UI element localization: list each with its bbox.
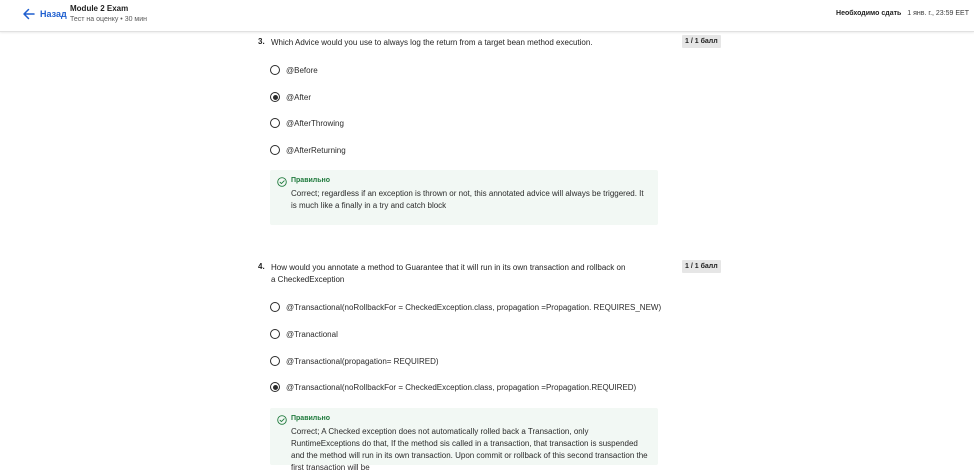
check-circle-icon xyxy=(277,415,287,425)
answer-option[interactable]: @Transactional(noRollbackFor = CheckedEx… xyxy=(270,302,661,312)
question-3: 3. Which Advice would you use to always … xyxy=(258,35,721,229)
option-label: @AfterReturning xyxy=(286,145,346,155)
top-bar: Назад Module 2 Exam Тест на оценку • 30 … xyxy=(0,0,974,32)
option-label: @Tranactional xyxy=(286,329,338,339)
feedback-box: Правильно Correct; regardless if an exce… xyxy=(270,170,658,225)
radio-button[interactable] xyxy=(270,356,280,366)
radio-button[interactable] xyxy=(270,302,280,312)
exam-title-block: Module 2 Exam Тест на оценку • 30 мин xyxy=(70,4,147,25)
due-info: Необходимо сдать 1 янв. г., 23:59 EET xyxy=(836,10,969,17)
score-badge: 1 / 1 балл xyxy=(682,260,721,273)
answer-option[interactable]: @After xyxy=(270,92,311,102)
due-label: Необходимо сдать xyxy=(836,10,902,17)
feedback-box: Правильно Correct; A Checked exception d… xyxy=(270,408,658,472)
option-label: @Transactional(propagation= REQUIRED) xyxy=(286,356,439,366)
feedback-text: Correct; A Checked exception does not au… xyxy=(291,427,648,472)
answer-option[interactable]: @Transactional(noRollbackFor = CheckedEx… xyxy=(270,382,636,392)
answer-option[interactable]: @Tranactional xyxy=(270,329,338,339)
radio-button[interactable] xyxy=(270,118,280,128)
back-button[interactable]: Назад xyxy=(22,7,67,21)
option-label: @After xyxy=(286,92,312,102)
answer-option[interactable]: @AfterReturning xyxy=(270,145,346,155)
exam-subtitle: Тест на оценку • 30 мин xyxy=(70,16,148,23)
answer-option[interactable]: @Before xyxy=(270,65,318,75)
radio-button[interactable] xyxy=(270,329,280,339)
radio-dot xyxy=(272,94,278,100)
radio-button[interactable] xyxy=(270,65,280,75)
exam-title: Module 2 Exam xyxy=(70,4,129,13)
arrow-left-icon xyxy=(23,8,35,20)
feedback-title: Правильно xyxy=(291,415,331,422)
feedback-title: Правильно xyxy=(291,177,331,184)
option-label: @Transactional(noRollbackFor = CheckedEx… xyxy=(286,302,662,312)
radio-dot xyxy=(272,384,278,390)
radio-button-selected[interactable] xyxy=(270,92,280,102)
question-text: How would you annotate a method to Guara… xyxy=(271,263,626,284)
answer-option[interactable]: @AfterThrowing xyxy=(270,118,344,128)
due-date: 1 янв. г., 23:59 EET xyxy=(907,10,969,17)
radio-button[interactable] xyxy=(270,145,280,155)
option-label: @Transactional(noRollbackFor = CheckedEx… xyxy=(286,382,637,392)
back-label: Назад xyxy=(40,9,67,19)
option-label: @Before xyxy=(286,65,318,75)
radio-button-selected[interactable] xyxy=(270,382,280,392)
question-text: Which Advice would you use to always log… xyxy=(271,38,593,47)
option-label: @AfterThrowing xyxy=(286,118,344,128)
question-4: 4. How would you annotate a method to Gu… xyxy=(258,260,721,472)
score-badge: 1 / 1 балл xyxy=(682,35,721,48)
feedback-text: Correct; regardless if an exception is t… xyxy=(291,189,644,210)
check-circle-icon xyxy=(277,177,287,187)
question-number: 4. xyxy=(258,262,265,271)
question-number: 3. xyxy=(258,37,265,46)
answer-option[interactable]: @Transactional(propagation= REQUIRED) xyxy=(270,356,439,366)
